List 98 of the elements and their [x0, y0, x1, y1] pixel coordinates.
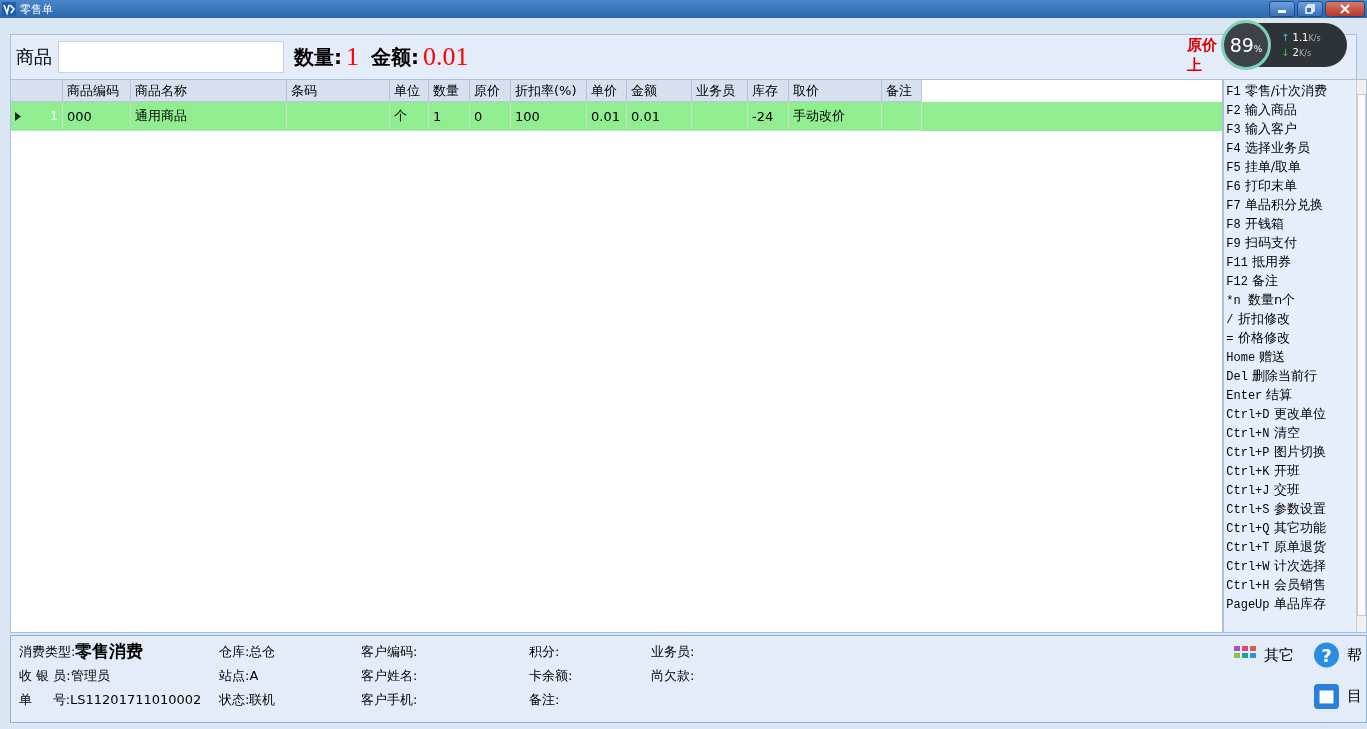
- shortcut-item[interactable]: F3 输入客户: [1224, 119, 1356, 138]
- shortcut-item[interactable]: Ctrl+T 原单退货: [1224, 537, 1356, 556]
- info-label: 卡余额:: [529, 666, 573, 685]
- info-label: 客户姓名:: [361, 666, 418, 685]
- shortcut-item[interactable]: Ctrl+S 参数设置: [1224, 499, 1356, 518]
- shortcut-item[interactable]: Ctrl+W 计次选择: [1224, 556, 1356, 575]
- column-header[interactable]: 条码: [287, 80, 390, 102]
- product-input-field[interactable]: [58, 41, 284, 73]
- table-cell: -24: [752, 108, 774, 124]
- table-cell: 0.01: [591, 108, 620, 124]
- change-label: 上: [1187, 55, 1203, 75]
- shortcut-item[interactable]: Ctrl+N 清空: [1224, 423, 1356, 442]
- window-title: 零售单: [20, 1, 53, 17]
- column-header[interactable]: 备注: [882, 80, 922, 102]
- info-label: 站点:: [219, 666, 250, 685]
- maximize-button[interactable]: [1297, 1, 1323, 17]
- quantity-label: 数量:: [294, 43, 342, 71]
- info-label: 客户编码:: [361, 642, 418, 661]
- info-value: LS11201711010002: [70, 692, 202, 707]
- shortcut-item[interactable]: F6 打印末单: [1224, 176, 1356, 195]
- shortcut-item[interactable]: Home 赠送: [1224, 347, 1356, 366]
- info-value: 管理员: [70, 666, 110, 685]
- close-button[interactable]: [1325, 1, 1365, 17]
- table-cell: 0.01: [631, 108, 660, 124]
- help-button[interactable]: ? 帮: [1310, 640, 1366, 670]
- app-logo-icon: [2, 2, 16, 16]
- column-header[interactable]: 商品名称: [131, 80, 287, 102]
- column-header[interactable]: [11, 80, 63, 102]
- column-header[interactable]: 数量: [429, 80, 470, 102]
- info-label: 业务员:: [651, 642, 695, 661]
- shortcut-item[interactable]: F12 备注: [1224, 271, 1356, 290]
- product-label: 商品: [16, 45, 52, 69]
- column-header[interactable]: 商品编码: [63, 80, 131, 102]
- shortcut-item[interactable]: Ctrl+P 图片切换: [1224, 442, 1356, 461]
- more-button[interactable]: 其它: [1230, 640, 1310, 670]
- column-header[interactable]: 单位: [390, 80, 429, 102]
- info-label: 收 银 员:: [19, 666, 71, 685]
- shortcut-item[interactable]: F8 开钱箱: [1224, 214, 1356, 233]
- info-label: 状态:: [219, 690, 250, 709]
- shortcut-item[interactable]: F4 选择业务员: [1224, 138, 1356, 157]
- calendar-icon: [1314, 682, 1339, 710]
- table-cell: 1: [433, 108, 442, 124]
- shortcut-item[interactable]: Del 删除当前行: [1224, 366, 1356, 385]
- shortcut-item[interactable]: F1 零售/计次消费: [1224, 81, 1356, 100]
- column-header[interactable]: 库存: [748, 80, 789, 102]
- table-cell: 000: [67, 108, 92, 124]
- shortcut-item[interactable]: F2 输入商品: [1224, 100, 1356, 119]
- info-value: 总仓: [249, 642, 276, 661]
- shortcut-item[interactable]: F9 扫码支付: [1224, 233, 1356, 252]
- info-value: 零售消费: [75, 640, 144, 663]
- row-number: 1: [50, 109, 58, 123]
- info-value: A: [249, 668, 259, 683]
- shortcut-item[interactable]: F11 抵用券: [1224, 252, 1356, 271]
- table-cell: 通用商品: [135, 107, 187, 125]
- shortcut-item[interactable]: F7 单品积分兑换: [1224, 195, 1356, 214]
- info-label: 尚欠款:: [651, 666, 695, 685]
- table-cell: 手动改价: [793, 107, 845, 125]
- shortcut-item[interactable]: / 折扣修改: [1224, 309, 1356, 328]
- column-header[interactable]: 单价: [587, 80, 627, 102]
- close-icon: [1340, 4, 1350, 14]
- shortcut-item[interactable]: = 价格修改: [1224, 328, 1356, 347]
- original-price-label: 原价: [1187, 35, 1217, 55]
- table-row[interactable]: 1 000 通用商品 个 1 0 100 0.01 0.01 -24 手动改价: [11, 102, 1223, 131]
- info-label: 积分:: [529, 642, 560, 661]
- download-speed: ↓ 2K/s: [1281, 47, 1313, 58]
- quantity-value: 1: [346, 42, 359, 72]
- help-icon: ?: [1314, 642, 1339, 668]
- info-label: 备注:: [529, 690, 560, 709]
- upload-speed: ↑ 1.1K/s: [1281, 32, 1321, 43]
- target-button[interactable]: 目: [1310, 681, 1366, 711]
- minimize-button[interactable]: [1269, 1, 1295, 17]
- shortcut-item[interactable]: Ctrl+Q 其它功能: [1224, 518, 1356, 537]
- info-label: 仓库:: [219, 642, 250, 661]
- column-header[interactable]: 折扣率(%): [511, 80, 587, 102]
- table-cell: 个: [394, 107, 407, 125]
- shortcut-item[interactable]: Ctrl+J 交班: [1224, 480, 1356, 499]
- shortcut-item[interactable]: Ctrl+H 会员销售: [1224, 575, 1356, 594]
- shortcut-item[interactable]: Enter 结算: [1224, 385, 1356, 404]
- shortcut-item[interactable]: PageUp 单品库存: [1224, 594, 1356, 613]
- amount-label: 金额:: [371, 43, 419, 71]
- row-pointer-icon: [15, 111, 21, 121]
- shortcut-item[interactable]: Ctrl+K 开班: [1224, 461, 1356, 480]
- usage-percent: 89%: [1229, 34, 1263, 56]
- column-header[interactable]: 取价: [789, 80, 882, 102]
- shortcut-item[interactable]: Ctrl+D 更改单位: [1224, 404, 1356, 423]
- restore-icon: [1305, 4, 1315, 14]
- column-header[interactable]: 金额: [627, 80, 692, 102]
- table-cell: 0: [474, 108, 483, 124]
- info-label: 消费类型:: [19, 642, 76, 659]
- info-value: 联机: [249, 690, 276, 709]
- column-header[interactable]: 业务员: [692, 80, 748, 102]
- column-header[interactable]: 原价: [470, 80, 511, 102]
- shortcut-item[interactable]: *n 数量n个: [1224, 290, 1356, 309]
- amount-value: 0.01: [423, 42, 469, 72]
- table-cell: 100: [515, 108, 540, 124]
- info-label: 单 号:: [19, 690, 71, 709]
- shortcut-item[interactable]: F5 挂单/取单: [1224, 157, 1356, 176]
- info-label: 客户手机:: [361, 690, 418, 709]
